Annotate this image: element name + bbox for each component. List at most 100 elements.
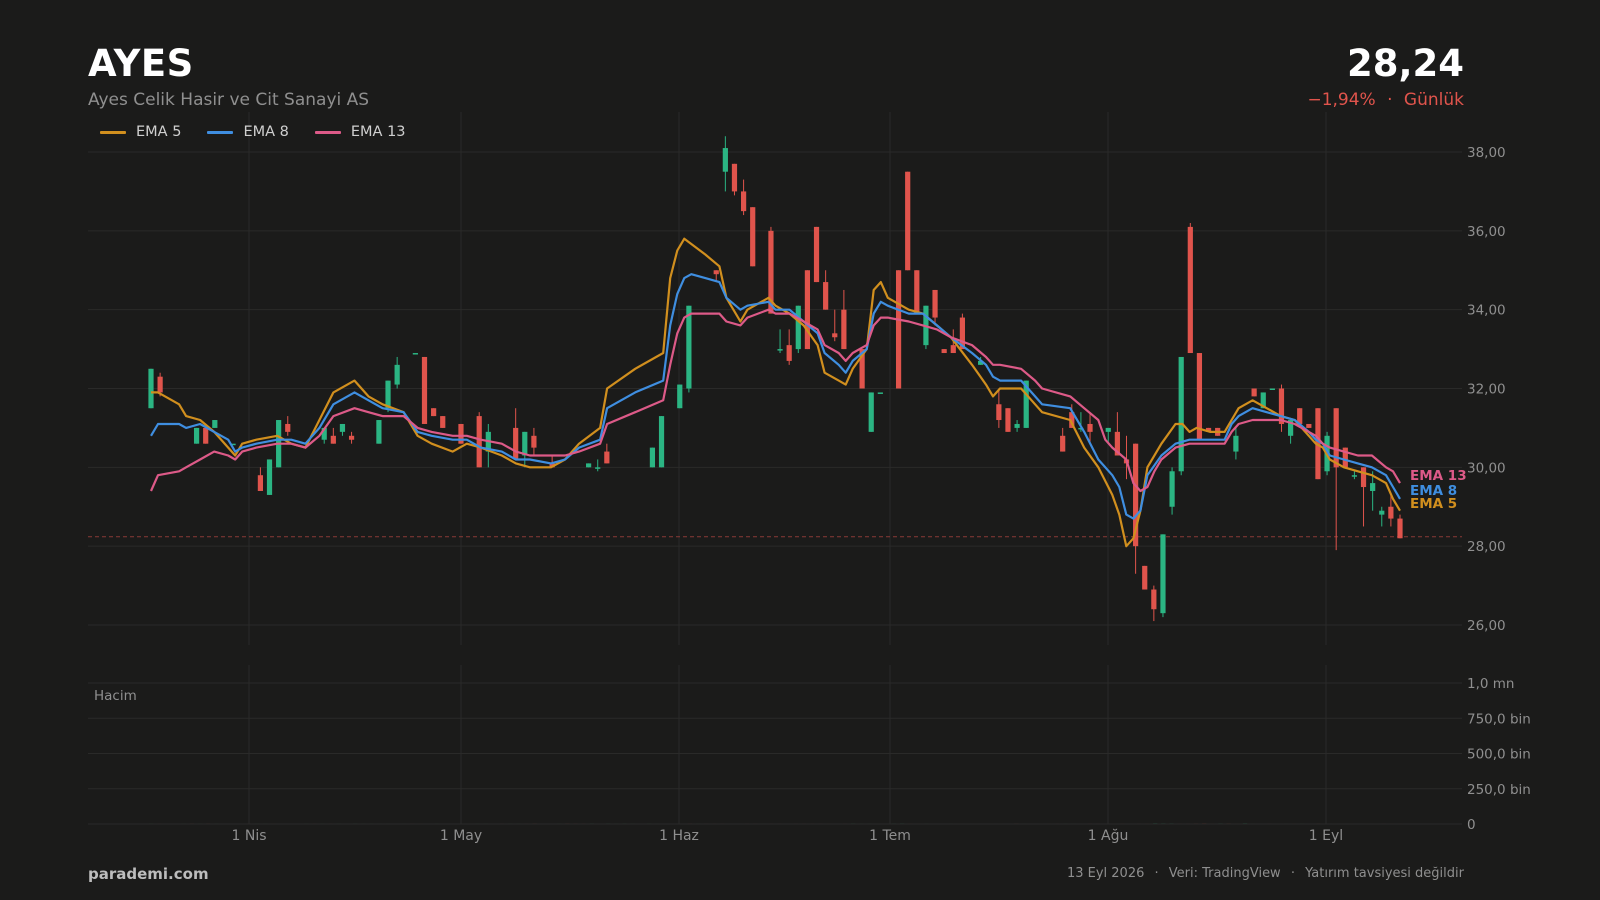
footer-sep-2: ·	[1290, 866, 1295, 881]
candle-body	[731, 163, 738, 192]
candle-body	[266, 459, 273, 495]
candle-body	[1005, 408, 1011, 432]
x-tick-label: 1 Nis	[231, 828, 266, 844]
axis-labels: 38,00 36,00 34,00 32,00 30,00 28,00 26,00 1,0 m…	[94, 145, 1531, 844]
candles	[148, 136, 1403, 622]
candle-body	[932, 289, 938, 318]
candle-body	[212, 420, 218, 428]
legend-label-ema13: EMA 13	[350, 124, 406, 140]
candle-body	[595, 467, 601, 469]
candle-body	[1105, 427, 1111, 432]
candle-body	[750, 207, 756, 267]
ema-end-label: EMA 13	[1410, 468, 1467, 484]
ema-legend: EMA 5 EMA 8 EMA 13	[100, 124, 406, 140]
candle-body	[895, 270, 902, 389]
ema-line-5	[151, 237, 1401, 548]
x-tick-label: 1 Haz	[659, 828, 699, 844]
candle-body	[1269, 388, 1275, 390]
candle-body	[823, 282, 829, 310]
legend-label-ema8: EMA 8	[243, 124, 289, 140]
footer-sep-1: ·	[1154, 866, 1159, 881]
candle-body	[1233, 435, 1239, 452]
legend-item-ema5[interactable]: EMA 5	[100, 124, 181, 140]
candle-body	[1187, 226, 1193, 354]
x-tick-label: 1 Tem	[869, 828, 911, 844]
candle-body	[148, 368, 154, 409]
price-tick-label: 26,00	[1467, 618, 1506, 634]
candle-body	[1388, 506, 1394, 519]
price-tick-label: 28,00	[1467, 539, 1506, 555]
volume-axis-label: Hacim	[94, 688, 137, 704]
volume-tick-label: 750,0 bin	[1467, 711, 1531, 727]
candle-body	[1370, 483, 1376, 491]
candle-body	[1379, 510, 1385, 515]
ema-line-8	[150, 273, 1401, 520]
price-tick-label: 34,00	[1467, 303, 1506, 319]
candle-body	[996, 404, 1002, 421]
ema-lines	[149, 237, 1401, 548]
volume-tick-label: 0	[1467, 817, 1476, 833]
candle-body	[476, 416, 482, 468]
candle-body	[1151, 589, 1157, 610]
footer-meta: 13 Eyl 2026 · Veri: TradingView · Yatırı…	[1067, 866, 1464, 881]
candle-body	[1278, 388, 1285, 424]
grid	[88, 112, 1462, 825]
candle-body	[522, 431, 528, 456]
x-tick-label: 1 Ağu	[1088, 828, 1129, 844]
legend-swatch-ema8	[207, 130, 234, 134]
candle-body	[412, 353, 418, 355]
ema-end-label: EMA 8	[1410, 483, 1457, 499]
candle-body	[1306, 423, 1312, 428]
candle-body	[722, 148, 728, 172]
candle-body	[604, 451, 610, 464]
candle-body	[804, 270, 811, 350]
candle-body	[832, 333, 838, 338]
candle-body	[1060, 435, 1066, 452]
candle-body	[157, 376, 163, 393]
footer-disclaimer: Yatırım tavsiyesi değildir	[1305, 866, 1464, 881]
x-tick-label: 1 May	[440, 828, 482, 844]
candle-body	[1169, 471, 1175, 507]
candle-body	[203, 427, 209, 444]
candle-body	[877, 392, 883, 394]
volume-tick-label: 250,0 bin	[1467, 782, 1531, 798]
legend-item-ema8[interactable]: EMA 8	[207, 124, 289, 140]
x-tick-label: 1 Eyl	[1309, 828, 1343, 844]
candle-body	[1251, 388, 1257, 397]
legend-swatch-ema5	[100, 130, 126, 134]
candle-body	[1196, 353, 1203, 440]
candle-body	[193, 427, 200, 444]
candle-body	[905, 171, 911, 271]
candle-body	[385, 380, 391, 409]
candle-body	[586, 463, 592, 468]
footer-date: 13 Eyl 2026	[1066, 866, 1145, 881]
volume-tick-label: 1,0 mn	[1467, 676, 1514, 692]
candle-body	[686, 305, 692, 389]
candle-body	[1360, 467, 1367, 488]
candle-body	[1178, 356, 1184, 472]
brand-name[interactable]: parademi.com	[88, 865, 209, 883]
candle-body	[1014, 423, 1020, 428]
candle-body	[740, 191, 747, 212]
candle-body	[431, 408, 437, 417]
candle-body	[285, 423, 291, 432]
candle-body	[649, 447, 656, 468]
candle-body	[440, 416, 446, 428]
candle-body	[394, 364, 400, 385]
legend-item-ema13[interactable]: EMA 13	[314, 124, 406, 140]
candle-body	[941, 349, 947, 354]
candle-body	[376, 420, 382, 444]
candle-body	[786, 345, 792, 361]
candle-body	[1087, 423, 1093, 432]
candle-body	[1351, 475, 1358, 477]
candle-body	[531, 435, 537, 448]
candle-body	[257, 475, 264, 491]
legend-swatch-ema13	[314, 130, 341, 134]
footer-source: Veri: TradingView	[1168, 866, 1281, 881]
candle-body	[339, 423, 346, 432]
candle-body	[777, 349, 783, 351]
candle-body	[1142, 565, 1148, 590]
candle-body	[1160, 534, 1166, 614]
price-tick-label: 30,00	[1467, 460, 1506, 476]
price-tick-label: 38,00	[1467, 145, 1506, 161]
